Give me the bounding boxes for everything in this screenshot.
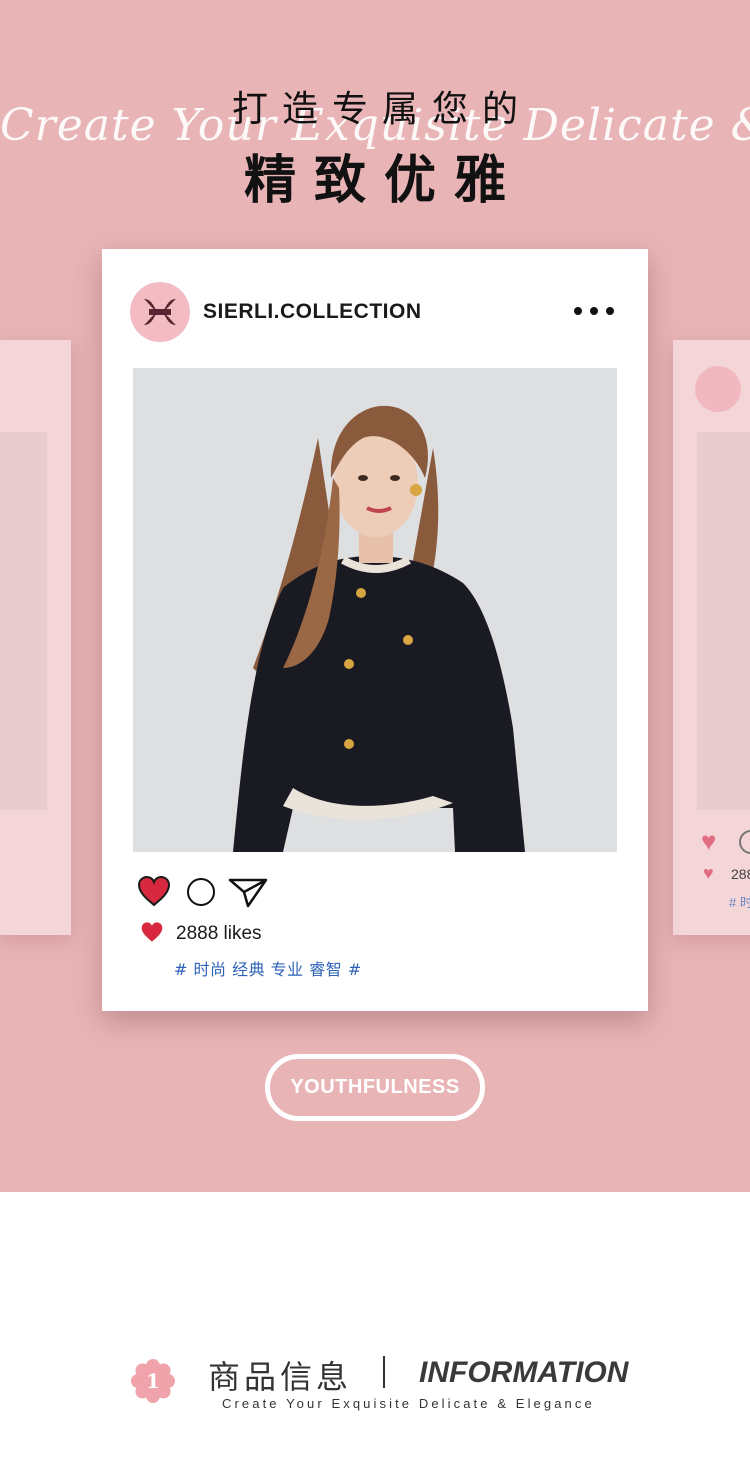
more-dots-icon[interactable] (574, 307, 614, 317)
ghost-card-left (0, 340, 71, 935)
product-photo (133, 368, 617, 852)
ghost-tags: # 时 (729, 895, 750, 910)
likes-count: 2888 likes (176, 923, 262, 944)
ghost-logo-icon (695, 366, 741, 412)
title-divider (383, 1356, 385, 1388)
brand-logo-icon[interactable] (130, 282, 190, 342)
section-title-en: INFORMATION (419, 1356, 629, 1389)
hero-section: Create Your Exquisite Delicate & Eleganc… (0, 0, 750, 1192)
ghost-heart-icon: ♥ (701, 826, 717, 856)
share-icon[interactable] (228, 876, 268, 908)
section-subtitle: Create Your Exquisite Delicate & Eleganc… (222, 1396, 595, 1411)
hashtags[interactable]: # 时尚 经典 专业 睿智 # (174, 956, 362, 980)
headline-line-1: 打造专属您的 (231, 89, 532, 130)
ghost-like-heart-icon: ♥ (703, 863, 714, 883)
youthfulness-label: YOUTHFULNESS (290, 1076, 460, 1098)
ghost-photo (0, 432, 47, 810)
youthfulness-button[interactable]: YOUTHFULNESS (265, 1054, 485, 1121)
headline-line-2: 精致优雅 (243, 151, 524, 211)
account-handle[interactable]: SIERLI.COLLECTION (203, 300, 422, 324)
heart-icon[interactable] (137, 875, 171, 907)
ghost-comment-icon (739, 830, 750, 854)
section-title-cn: 商品信息 (208, 1358, 353, 1396)
post-card: SIERLI.COLLECTION 2888 likes # 时尚 经典 专业 … (102, 249, 648, 1011)
ghost-photo (697, 432, 750, 810)
comment-icon[interactable] (187, 878, 215, 906)
ghost-likes: 288 (731, 866, 750, 882)
like-heart-icon (141, 922, 163, 942)
flower-number-badge: 1 (131, 1359, 175, 1403)
ghost-card-right: ♥ ♥ 288 # 时 (673, 340, 750, 935)
badge-number: 1 (146, 1369, 160, 1393)
